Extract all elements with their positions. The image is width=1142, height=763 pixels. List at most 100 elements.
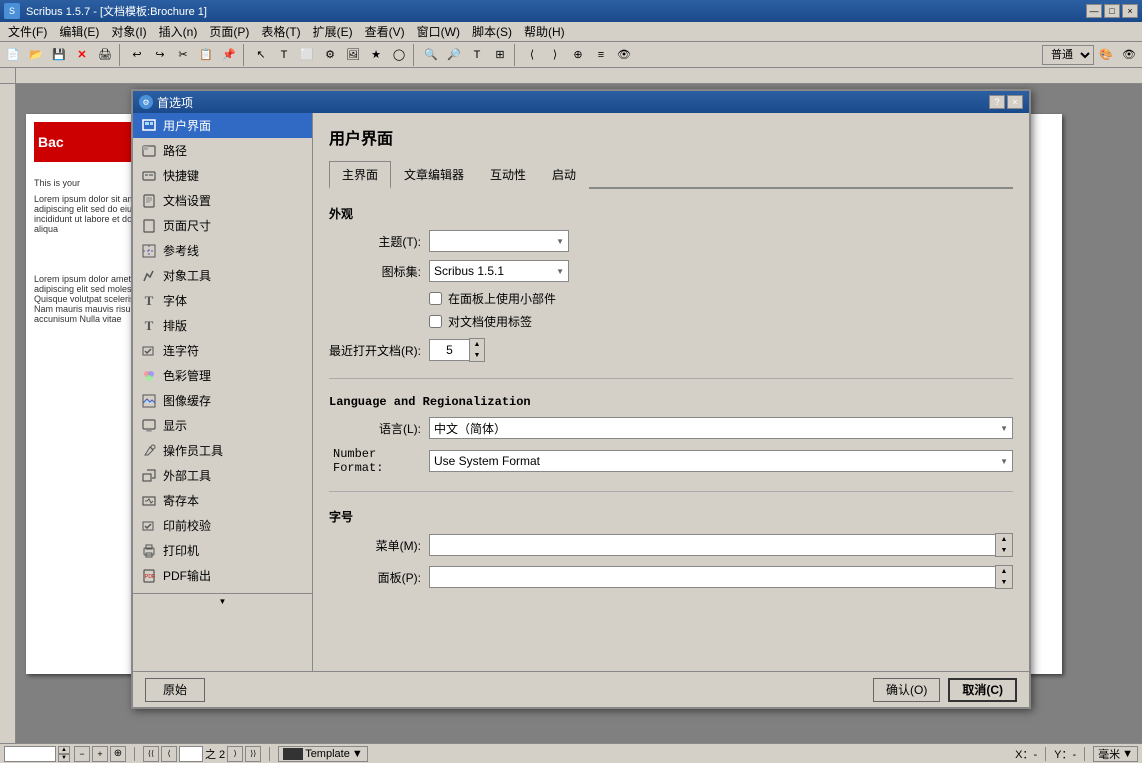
zoom-out-button[interactable]: − [74, 746, 90, 762]
menu-help[interactable]: 帮助(H) [518, 21, 571, 42]
sidebar-item-color-mgmt[interactable]: 色彩管理 [133, 363, 312, 388]
sidebar-item-operator-tools[interactable]: 操作员工具 [133, 438, 312, 463]
dialog-help-button[interactable]: ? [989, 95, 1005, 109]
sidebar-item-image-cache[interactable]: 图像缓存 [133, 388, 312, 413]
panel-font-input[interactable]: 9 磅 [429, 566, 995, 588]
print-button[interactable]: 🖨 [94, 44, 116, 66]
dialog-title-buttons[interactable]: ? × [989, 95, 1023, 109]
sidebar-item-pdf-output[interactable]: PDF PDF输出 [133, 563, 312, 588]
sidebar-item-page-size[interactable]: 页面尺寸 [133, 213, 312, 238]
save-button[interactable]: 💾 [48, 44, 70, 66]
new-button[interactable]: 📄 [2, 44, 24, 66]
extra2-btn[interactable]: ⟩ [544, 44, 566, 66]
text-tool-button[interactable]: T [273, 44, 295, 66]
recent-docs-spin-down[interactable]: ▼ [470, 350, 484, 361]
menu-page[interactable]: 页面(P) [203, 21, 255, 42]
template-button[interactable]: Template ▼ [278, 746, 368, 762]
text2-button[interactable]: T [466, 44, 488, 66]
use-widget-checkbox[interactable] [429, 292, 442, 305]
table2-button[interactable]: ⊞ [489, 44, 511, 66]
panel-font-spin-down[interactable]: ▼ [996, 577, 1012, 588]
preview-btn[interactable]: 👁 [1118, 44, 1140, 66]
menu-font-input[interactable]: 9 磅 [429, 534, 995, 556]
menu-font-spin-down[interactable]: ▼ [996, 545, 1012, 556]
arc-tool-button[interactable]: ◯ [388, 44, 410, 66]
tab-text-editor[interactable]: 文章编辑器 [391, 161, 477, 189]
ok-button[interactable]: 确认(O) [873, 678, 940, 702]
cut-button[interactable]: ✂ [172, 44, 194, 66]
menu-view[interactable]: 查看(V) [359, 21, 411, 42]
sidebar-item-path[interactable]: 路径 [133, 138, 312, 163]
number-format-dropdown[interactable]: Use System Format ▼ [429, 450, 1013, 472]
zoom-spin-up[interactable]: ▲ [58, 746, 70, 754]
use-tag-checkbox[interactable] [429, 315, 442, 328]
menu-table[interactable]: 表格(T) [255, 21, 306, 42]
zoom2-button[interactable]: 🔎 [443, 44, 465, 66]
paste-button[interactable]: 📌 [218, 44, 240, 66]
canvas-area[interactable]: Bac This is your Lorem ipsum dolor sit a… [16, 84, 1142, 743]
sidebar-item-object-tools[interactable]: 对象工具 [133, 263, 312, 288]
toolbar-dropdown[interactable]: 普通 [1042, 45, 1094, 65]
sidebar-item-typography[interactable]: T 字体 [133, 288, 312, 313]
menu-object[interactable]: 对象(I) [105, 21, 152, 42]
recent-docs-spin-up[interactable]: ▲ [470, 339, 484, 350]
page-first-button[interactable]: ⟨⟨ [143, 746, 159, 762]
extra3-btn[interactable]: ⊕ [567, 44, 589, 66]
menu-extend[interactable]: 扩展(E) [307, 21, 359, 42]
page-last-button[interactable]: ⟩⟩ [245, 746, 261, 762]
panel-font-spin-up[interactable]: ▲ [996, 566, 1012, 577]
sidebar-item-user-interface[interactable]: 用户界面 [133, 113, 312, 138]
select-button[interactable]: ↖ [250, 44, 272, 66]
page-next-button[interactable]: ⟩ [227, 746, 243, 762]
icon-set-dropdown[interactable]: Scribus 1.5.1 ▼ [429, 260, 569, 282]
minimize-button[interactable]: — [1086, 4, 1102, 18]
close-doc-button[interactable]: ✕ [71, 44, 93, 66]
restore-button[interactable]: □ [1104, 4, 1120, 18]
menu-file[interactable]: 文件(F) [2, 21, 53, 42]
settings-btn[interactable]: ⚙ [319, 44, 341, 66]
redo-button[interactable]: ↪ [149, 44, 171, 66]
sidebar-item-external-tools[interactable]: 外部工具 [133, 463, 312, 488]
sidebar-scroll-area[interactable]: 用户界面 路径 快捷键 [133, 113, 312, 593]
menu-insert[interactable]: 插入(n) [153, 21, 204, 42]
sidebar-item-print-verify[interactable]: 印前校验 [133, 513, 312, 538]
undo-button[interactable]: ↩ [126, 44, 148, 66]
sidebar-item-display[interactable]: 显示 [133, 413, 312, 438]
sidebar-item-printer[interactable]: 打印机 [133, 538, 312, 563]
tab-main[interactable]: 主界面 [329, 161, 391, 189]
menu-window[interactable]: 窗口(W) [411, 21, 466, 42]
menu-script[interactable]: 脚本(S) [466, 21, 518, 42]
menu-font-spin-up[interactable]: ▲ [996, 534, 1012, 545]
theme-dropdown[interactable]: ▼ [429, 230, 569, 252]
sidebar-scroll-down-btn[interactable]: ▼ [133, 593, 312, 609]
reset-button[interactable]: 原始 [145, 678, 205, 702]
unit-button[interactable]: 毫米 ▼ [1093, 746, 1138, 762]
star-tool-button[interactable]: ★ [365, 44, 387, 66]
tab-startup[interactable]: 启动 [539, 161, 589, 189]
page-prev-button[interactable]: ⟨ [161, 746, 177, 762]
close-button[interactable]: × [1122, 4, 1138, 18]
tab-interactive[interactable]: 互动性 [477, 161, 539, 189]
image-tool-button[interactable]: 🖼 [342, 44, 364, 66]
sidebar-item-typesetting[interactable]: T 排版 [133, 313, 312, 338]
zoom-tool-button[interactable]: 🔍 [420, 44, 442, 66]
recent-docs-input[interactable]: 5 [429, 339, 469, 361]
color-btn[interactable]: 🎨 [1095, 44, 1117, 66]
page-current-input[interactable]: 1 [179, 746, 203, 762]
menu-edit[interactable]: 编辑(E) [53, 21, 105, 42]
sidebar-item-preflight[interactable]: 寄存本 [133, 488, 312, 513]
zoom-spin-down[interactable]: ▼ [58, 754, 70, 762]
language-dropdown[interactable]: 中文（简体） ▼ [429, 417, 1013, 439]
eye-btn[interactable]: 👁 [613, 44, 635, 66]
title-bar-buttons[interactable]: — □ × [1086, 4, 1138, 18]
zoom-reset-button[interactable]: ⊕ [110, 746, 126, 762]
sidebar-item-guides[interactable]: 参考线 [133, 238, 312, 263]
copy-button[interactable]: 📋 [195, 44, 217, 66]
open-button[interactable]: 📂 [25, 44, 47, 66]
sidebar-item-ligature[interactable]: 连字符 [133, 338, 312, 363]
extra4-btn[interactable]: ≡ [590, 44, 612, 66]
shape-tool-button[interactable]: ⬜ [296, 44, 318, 66]
zoom-input[interactable]: 100.00 % [4, 746, 56, 762]
dialog-close-button[interactable]: × [1007, 95, 1023, 109]
cancel-button[interactable]: 取消(C) [948, 678, 1017, 702]
